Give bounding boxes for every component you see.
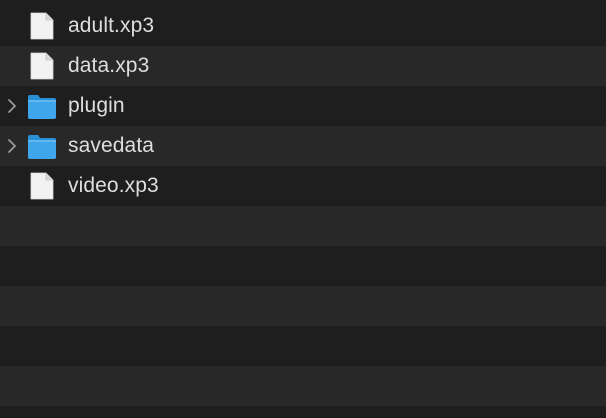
- document-icon: [27, 12, 57, 40]
- folder-name: plugin: [68, 94, 125, 117]
- folder-row-savedata[interactable]: savedata: [0, 126, 606, 166]
- chevron-right-icon[interactable]: [4, 138, 20, 154]
- file-row-data[interactable]: data.xp3: [0, 46, 606, 86]
- folder-name: savedata: [68, 134, 155, 157]
- empty-row: [0, 406, 606, 418]
- file-list: adult.xp3 data.xp3 plugin savedata video…: [0, 0, 606, 418]
- chevron-right-icon[interactable]: [4, 98, 20, 114]
- file-name: data.xp3: [68, 54, 150, 77]
- file-row-adult[interactable]: adult.xp3: [0, 6, 606, 46]
- empty-row: [0, 206, 606, 246]
- folder-icon: [27, 92, 57, 120]
- file-name: adult.xp3: [68, 14, 155, 37]
- file-name: video.xp3: [68, 174, 159, 197]
- empty-row: [0, 286, 606, 326]
- empty-row: [0, 366, 606, 406]
- document-icon: [27, 52, 57, 80]
- folder-icon: [27, 132, 57, 160]
- file-row-video[interactable]: video.xp3: [0, 166, 606, 206]
- folder-row-plugin[interactable]: plugin: [0, 86, 606, 126]
- document-icon: [27, 172, 57, 200]
- empty-row: [0, 326, 606, 366]
- empty-row: [0, 246, 606, 286]
